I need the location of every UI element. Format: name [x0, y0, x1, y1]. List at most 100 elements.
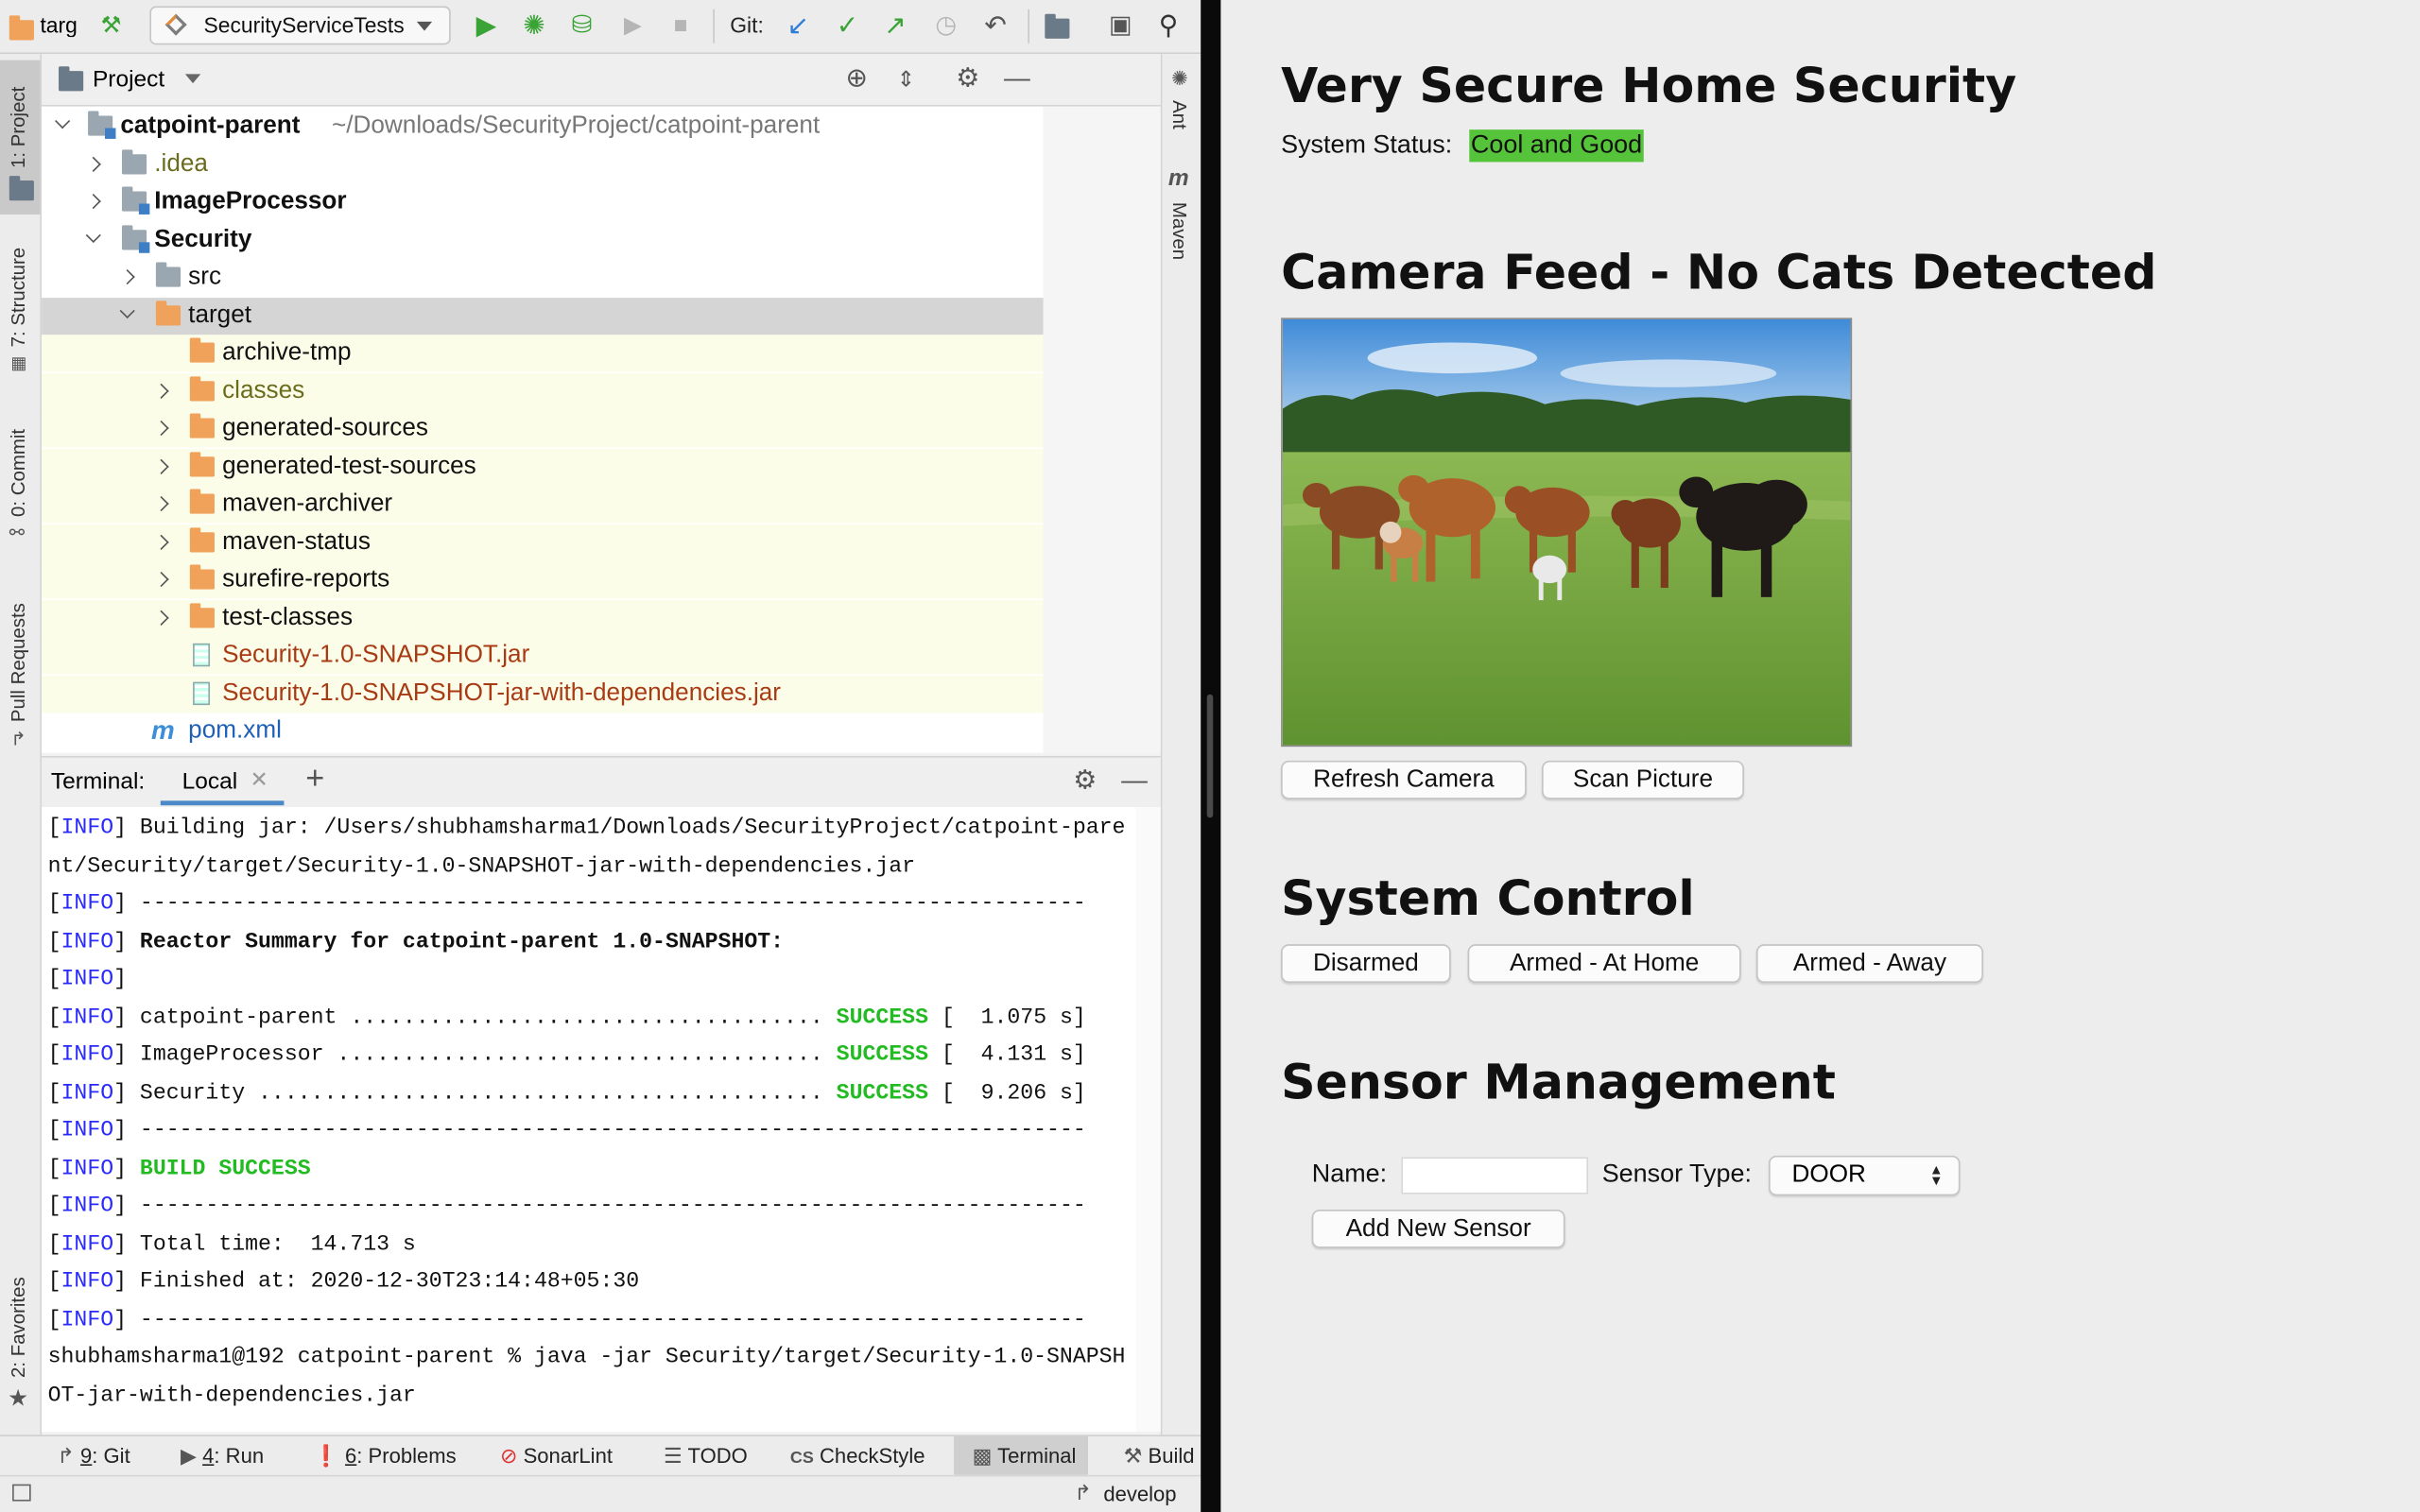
chevron-right-icon[interactable]: [153, 534, 169, 550]
tree-node-archive-tmp[interactable]: archive-tmp: [42, 335, 1044, 372]
tree-node-surefire-reports[interactable]: surefire-reports: [42, 561, 1044, 599]
tree-node-test-classes[interactable]: test-classes: [42, 600, 1044, 638]
chevron-down-icon[interactable]: [119, 302, 135, 319]
tool-sonarlint[interactable]: ⊘ SonarLint: [500, 1436, 613, 1475]
sensor-type-select[interactable]: DOOR ▲ ▼: [1769, 1155, 1961, 1196]
build-hammer-icon[interactable]: ⚒: [97, 12, 125, 40]
tool-git-label: : Git: [92, 1444, 130, 1468]
new-tab-icon[interactable]: +: [305, 761, 324, 798]
tab-structure[interactable]: 7: Structure ▦: [0, 224, 40, 378]
tool-checkstyle[interactable]: CS CheckStyle: [790, 1436, 925, 1475]
chevron-right-icon[interactable]: [85, 156, 101, 172]
tree-node-security[interactable]: Security: [42, 222, 1044, 259]
coverage-icon[interactable]: ⛁: [568, 12, 596, 40]
camera-heading: Camera Feed - No Cats Detected: [1281, 245, 2157, 301]
tree-node-src[interactable]: src: [42, 259, 1044, 296]
history-icon[interactable]: ◷: [932, 12, 959, 40]
chevron-right-icon[interactable]: [153, 383, 169, 399]
debug-icon[interactable]: ✺: [520, 11, 547, 40]
locate-file-icon[interactable]: ⊕: [842, 64, 870, 93]
info-tag: INFO: [60, 1194, 114, 1219]
project-view-select[interactable]: Project: [93, 66, 164, 93]
tool-git[interactable]: ↱ 9: Git: [57, 1436, 130, 1475]
chevron-right-icon[interactable]: [153, 571, 169, 588]
tree-node-security-jar[interactable]: Security-1.0-SNAPSHOT.jar: [42, 637, 1044, 675]
list-icon: ☰: [664, 1444, 683, 1468]
add-new-sensor-button[interactable]: Add New Sensor: [1311, 1209, 1565, 1248]
layout-toggle-icon[interactable]: [12, 1484, 31, 1502]
info-tag: INFO: [60, 1118, 114, 1143]
armed-away-button[interactable]: Armed - Away: [1755, 944, 1983, 983]
scan-picture-button[interactable]: Scan Picture: [1542, 760, 1744, 799]
close-icon[interactable]: ✕: [250, 766, 268, 793]
hide-panel-icon[interactable]: —: [1120, 766, 1148, 794]
collapse-all-icon[interactable]: ⇕: [892, 65, 920, 93]
gear-icon[interactable]: ⚙: [954, 64, 981, 93]
git-branch-widget[interactable]: develop: [1103, 1483, 1176, 1505]
tool-run[interactable]: ▶ 4: Run: [181, 1436, 264, 1475]
terminal-text: nt/Security/target/Security-1.0-SNAPSHOT…: [47, 853, 916, 879]
tree-node-imageprocessor[interactable]: ImageProcessor: [42, 183, 1044, 220]
tool-todo[interactable]: ☰ TODO: [664, 1436, 748, 1475]
run-icon[interactable]: ▶: [473, 11, 500, 40]
tab-commit[interactable]: 0: Commit ⚯: [0, 405, 40, 547]
folder-icon: [189, 413, 215, 438]
project-crumb[interactable]: targ: [40, 12, 77, 37]
chevron-down-icon[interactable]: [55, 113, 71, 129]
chevron-right-icon[interactable]: [153, 458, 169, 474]
tree-node-idea[interactable]: .idea: [42, 146, 1044, 183]
chevron-down-icon[interactable]: [184, 74, 201, 84]
tree-node-maven-status[interactable]: maven-status: [42, 524, 1044, 562]
tool-build[interactable]: ⚒ Build: [1124, 1436, 1201, 1475]
tree-node-target[interactable]: target: [42, 298, 1044, 335]
terminal-text: [ 9.206 s]: [941, 1080, 1086, 1106]
project-structure-icon[interactable]: [1044, 12, 1071, 40]
tab-local-label: Local: [182, 768, 238, 795]
info-tag: INFO: [60, 929, 114, 954]
disarmed-button[interactable]: Disarmed: [1281, 944, 1451, 983]
chevron-down-icon[interactable]: [85, 227, 101, 244]
stop-icon[interactable]: ■: [666, 12, 694, 40]
git-update-icon[interactable]: ↙: [784, 11, 811, 40]
tree-node-generated-test-sources[interactable]: generated-test-sources: [42, 449, 1044, 487]
info-tag: INFO: [60, 967, 114, 992]
tree-node-catpoint-parent[interactable]: catpoint-parent ~/Downloads/SecurityProj…: [42, 108, 1044, 145]
tab-favorites[interactable]: 2: Favorites ★: [0, 1258, 40, 1419]
tree-node-maven-archiver[interactable]: maven-archiver: [42, 486, 1044, 524]
git-commit-icon[interactable]: ✓: [834, 11, 861, 40]
tab-ant[interactable]: Ant: [1168, 100, 1190, 129]
tree-node-generated-sources[interactable]: generated-sources: [42, 410, 1044, 448]
tree-node-classes[interactable]: classes: [42, 373, 1044, 411]
tab-local[interactable]: Local ✕: [160, 758, 285, 806]
run-anything-icon[interactable]: ▣: [1107, 12, 1134, 40]
tab-project[interactable]: 1: Project: [0, 60, 41, 215]
profile-icon[interactable]: ▶: [619, 12, 647, 40]
chevron-right-icon[interactable]: [153, 495, 169, 512]
terminal-text: ----------------------------------------…: [139, 1118, 1086, 1143]
chevron-right-icon[interactable]: [153, 420, 169, 437]
chevron-right-icon[interactable]: [153, 610, 169, 626]
run-configuration-select[interactable]: SecurityServiceTests: [149, 6, 451, 45]
tree-node-pom[interactable]: m pom.xml: [42, 713, 1044, 749]
terminal-output[interactable]: [INFO] Building jar: /Users/shubhamsharm…: [42, 806, 1136, 1433]
tree-node-security-jar-with-deps[interactable]: Security-1.0-SNAPSHOT-jar-with-dependenc…: [42, 676, 1044, 713]
info-tag: INFO: [60, 816, 114, 841]
tab-pull-requests[interactable]: Pull Requests ↱: [0, 586, 40, 756]
tab-maven[interactable]: Maven: [1168, 202, 1190, 260]
tool-run-num: 4: [202, 1444, 215, 1468]
armed-at-home-button[interactable]: Armed - At Home: [1467, 944, 1741, 983]
refresh-camera-button[interactable]: Refresh Camera: [1281, 760, 1527, 799]
hide-panel-icon[interactable]: —: [1003, 64, 1030, 93]
tool-problems[interactable]: ❗ 6: Problems: [313, 1436, 456, 1475]
rollback-icon[interactable]: ↶: [981, 11, 1009, 40]
sensor-name-input[interactable]: [1401, 1157, 1588, 1194]
chevron-right-icon[interactable]: [119, 268, 135, 285]
resize-handle[interactable]: [1206, 694, 1214, 818]
gear-icon[interactable]: ⚙: [1071, 766, 1098, 794]
chevron-right-icon[interactable]: [85, 193, 101, 210]
tool-terminal[interactable]: ▩ Terminal: [953, 1435, 1089, 1475]
search-icon[interactable]: ⚲: [1154, 11, 1182, 40]
terminal-scrollbar[interactable]: [1135, 806, 1161, 1433]
git-push-icon[interactable]: ↗: [881, 11, 908, 40]
folder-icon: [155, 301, 182, 326]
